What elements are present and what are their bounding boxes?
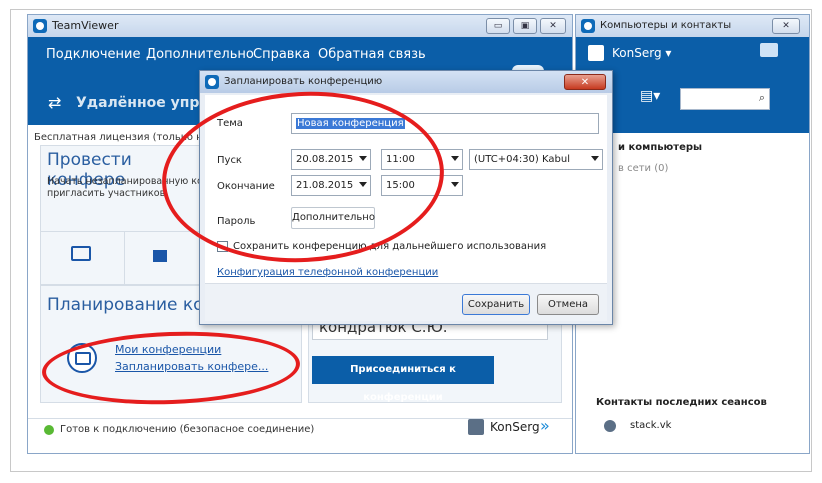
- contacts-close-button[interactable]: ✕: [772, 18, 800, 34]
- user-avatar-icon: [468, 419, 484, 435]
- user-name[interactable]: KonSerg: [490, 420, 540, 434]
- contacts-window-title: Компьютеры и контакты: [600, 20, 732, 31]
- presentation-button[interactable]: [41, 232, 125, 284]
- timezone-select[interactable]: (UTC+04:30) Kabul: [469, 149, 603, 170]
- video-icon[interactable]: [153, 250, 167, 262]
- list-view-icon[interactable]: ▤▾: [640, 88, 660, 104]
- maximize-button[interactable]: ▣: [513, 18, 537, 34]
- timezone-value: (UTC+04:30) Kabul: [474, 154, 570, 165]
- expand-arrow-icon[interactable]: »: [540, 416, 550, 435]
- chat-icon[interactable]: [760, 43, 778, 57]
- title-bar: TeamViewer ▭ ▣ ✕: [28, 15, 572, 37]
- teamviewer-logo-icon: [33, 19, 47, 33]
- minimize-button[interactable]: ▭: [486, 18, 510, 34]
- computers-section-title: и компьютеры: [618, 142, 703, 153]
- phone-conference-link[interactable]: Конфигурация телефонной конференции: [217, 267, 438, 278]
- cancel-button[interactable]: Отмена: [537, 294, 599, 315]
- online-count[interactable]: в сети (0): [618, 163, 668, 174]
- host-meeting-desc-2: пригласить участников.: [47, 188, 169, 199]
- contact-icon: [604, 420, 616, 432]
- recent-contact-item[interactable]: stack.vk: [630, 420, 671, 431]
- contacts-search-input[interactable]: ⌕: [680, 88, 770, 110]
- menu-feedback[interactable]: Обратная связь: [318, 47, 426, 62]
- contacts-title-bar: Компьютеры и контакты ✕: [576, 15, 809, 37]
- close-button[interactable]: ✕: [540, 18, 566, 34]
- search-icon: ⌕: [758, 91, 765, 104]
- status-divider: [28, 418, 572, 419]
- dialog-title-bar: Запланировать конференцию ✕: [200, 71, 612, 93]
- dialog-title: Запланировать конференцию: [224, 76, 383, 87]
- teamviewer-logo-icon: [581, 19, 595, 33]
- user-avatar-icon: [588, 45, 604, 61]
- dialog-close-button[interactable]: ✕: [564, 74, 606, 90]
- menu-extras[interactable]: Дополнительно: [146, 47, 254, 62]
- status-dot-icon: [44, 425, 54, 435]
- status-text: Готов к подключению (безопасное соединен…: [60, 424, 315, 435]
- swap-arrows-icon: ⇄: [48, 93, 62, 112]
- join-meeting-button[interactable]: Присоединиться к конференции: [312, 356, 494, 403]
- presentation-icon: [71, 246, 91, 261]
- menu-help[interactable]: Справка: [253, 47, 310, 62]
- menu-connection[interactable]: Подключение: [46, 47, 140, 62]
- teamviewer-logo-icon: [205, 75, 219, 89]
- save-button[interactable]: Сохранить: [462, 294, 530, 315]
- contacts-user[interactable]: KonSerg ▾: [612, 46, 671, 60]
- planning-title: Планирование кон: [47, 295, 215, 315]
- window-title: TeamViewer: [52, 19, 119, 32]
- recent-contacts-title: Контакты последних сеансов: [596, 397, 767, 408]
